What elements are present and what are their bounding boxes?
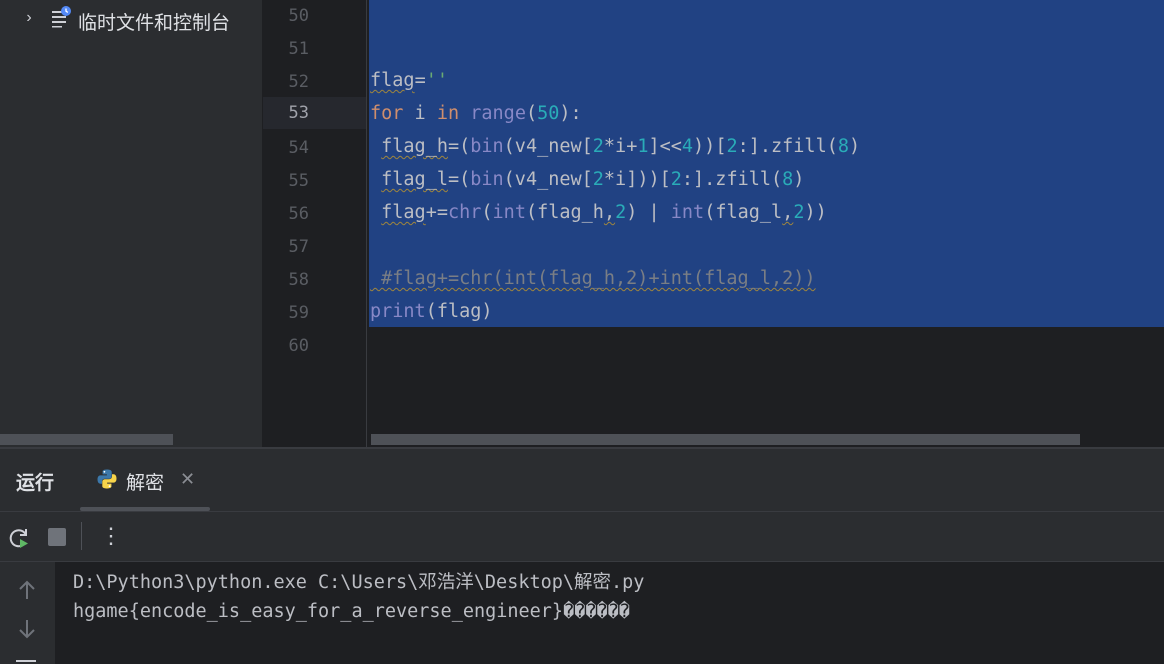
- console-output-line: hgame{encode_is_easy_for_a_reverse_engin…: [73, 601, 630, 622]
- soft-wrap-icon[interactable]: [16, 656, 38, 664]
- chevron-right-icon[interactable]: ›: [20, 8, 38, 28]
- console-side-toolbar: [0, 562, 55, 664]
- code-line-53[interactable]: for i in range(50):: [370, 97, 582, 130]
- code-line-58[interactable]: #flag+=chr(int(flag_h,2)+int(flag_l,2)): [370, 262, 815, 295]
- line-number: 55: [288, 171, 309, 191]
- tab-run-config[interactable]: 解密 ✕: [80, 449, 210, 511]
- tree-item-label: 临时文件和控制台: [78, 12, 231, 34]
- console-output[interactable]: D:\Python3\python.exe C:\Users\邓浩洋\Deskt…: [55, 562, 1164, 664]
- arrow-up-icon[interactable]: [14, 578, 40, 604]
- console-command-line: D:\Python3\python.exe C:\Users\邓浩洋\Deskt…: [73, 572, 645, 593]
- code-line-54[interactable]: flag_h=(bin(v4_new[2*i+1]<<4))[2:].zfill…: [370, 130, 860, 163]
- code-line-55[interactable]: flag_l=(bin(v4_new[2*i]))[2:].zfill(8): [370, 163, 804, 196]
- sidebar-horizontal-scrollbar[interactable]: [0, 434, 173, 445]
- line-number: 59: [288, 303, 309, 323]
- code-line-52[interactable]: flag='': [370, 64, 448, 97]
- close-icon[interactable]: ✕: [180, 469, 195, 490]
- line-number: 56: [288, 204, 309, 224]
- stop-icon[interactable]: [48, 528, 66, 546]
- tree-item-scratches[interactable]: › 临时文件和控制台: [0, 0, 262, 36]
- editor-horizontal-scrollbar[interactable]: [371, 434, 1080, 445]
- code-line-56[interactable]: flag+=chr(int(flag_h,2) | int(flag_l,2)): [370, 196, 827, 229]
- toolbar-separator: [81, 522, 82, 550]
- line-number-current: 53: [263, 97, 367, 129]
- arrow-down-icon[interactable]: [14, 616, 40, 642]
- line-number: 54: [288, 138, 309, 158]
- line-number: 50: [288, 6, 309, 26]
- line-number-gutter: 50 51 52 53 54 55 56 57 58 59 60: [263, 0, 367, 447]
- project-sidebar: › 临时文件和控制台: [0, 0, 262, 447]
- code-line-59[interactable]: print(flag): [370, 295, 493, 328]
- run-panel-title: 运行: [16, 472, 55, 494]
- run-toolbar: ⋮: [0, 512, 1164, 562]
- line-number: 58: [288, 270, 309, 290]
- line-number: 52: [288, 72, 309, 92]
- rerun-icon[interactable]: [7, 526, 31, 550]
- python-icon: [97, 469, 117, 489]
- line-number: 57: [288, 237, 309, 257]
- code-text: flag: [370, 70, 415, 91]
- line-number: 51: [288, 39, 309, 59]
- more-vertical-icon[interactable]: ⋮: [100, 524, 122, 550]
- line-number: 60: [288, 336, 309, 356]
- run-panel-header: 运行 解密 ✕: [0, 449, 1164, 511]
- run-tab-label: 解密: [126, 472, 165, 494]
- scratches-icon: [52, 6, 71, 28]
